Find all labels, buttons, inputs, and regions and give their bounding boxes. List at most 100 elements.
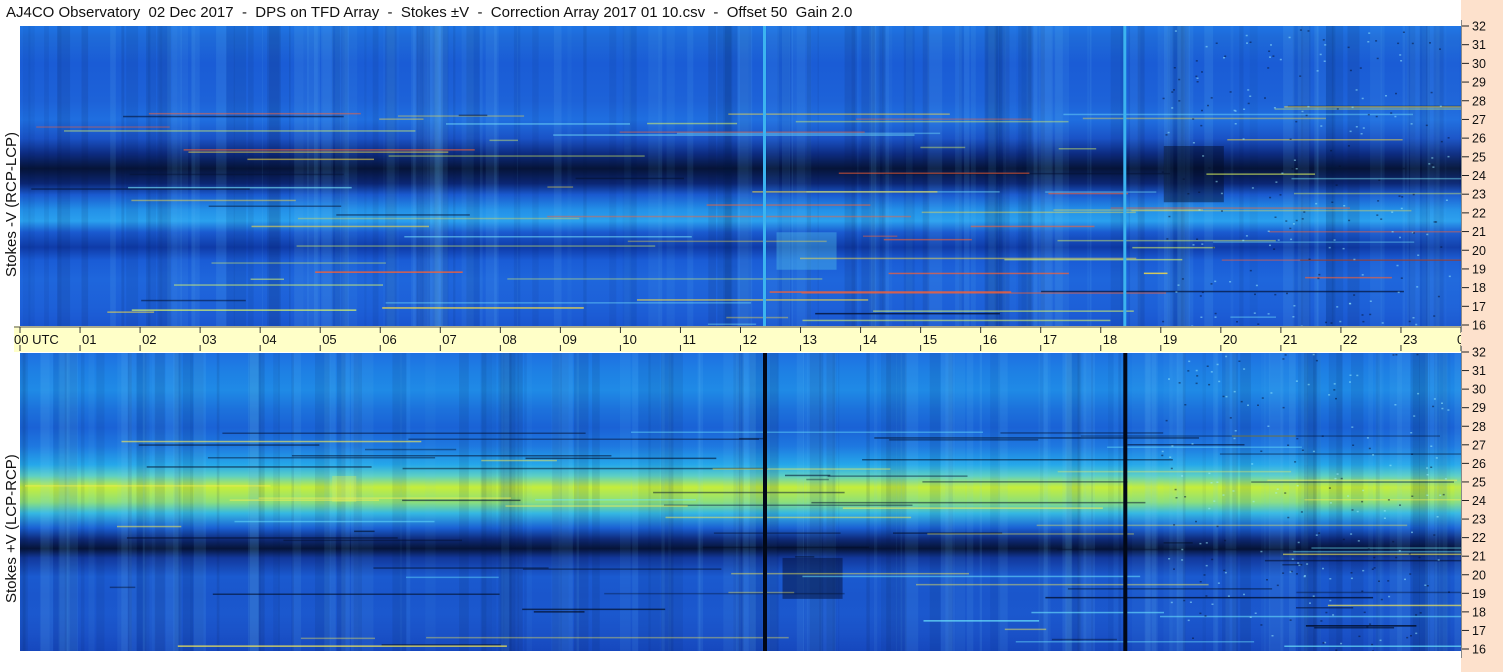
speckle [1349,69,1352,72]
speckle [1439,105,1442,108]
rfi-line [1311,547,1461,549]
speckle [1360,133,1363,135]
speckle [1325,611,1328,614]
speckle [1272,55,1275,57]
speckle [1260,550,1263,553]
rfi-line [726,316,789,319]
speckle [1336,108,1339,110]
speckle [1247,102,1250,105]
rfi-line [1264,559,1461,562]
speckle [1352,444,1355,446]
speckle [1173,524,1176,526]
texture-column [766,26,780,326]
time-tick-label: 13 [803,332,817,347]
texture-column [81,26,89,326]
speckle [1210,371,1213,373]
speckle [1287,516,1290,519]
speckle [1175,291,1178,293]
time-tick-label: 11 [682,332,696,347]
rfi-line [1045,596,1374,599]
speckle [1275,492,1278,494]
speckle [1373,567,1376,569]
freq-tick-label: 19 [1472,587,1486,601]
speckle [1202,155,1205,157]
speckle [1267,230,1270,232]
rfi-line [1082,117,1326,120]
speckle [1437,295,1440,298]
speckle [1441,402,1443,404]
speckle [1411,495,1414,497]
speckle [1375,40,1378,42]
rfi-line [535,499,696,501]
texture-column [40,353,53,651]
speckle [1383,510,1386,512]
freq-tick-label: 22 [1472,531,1486,545]
speckle [1195,60,1198,62]
texture-column [725,26,733,326]
speckle [1266,579,1268,581]
speckle [1297,541,1300,544]
speckle [1349,374,1352,376]
speckle [1168,378,1170,380]
speckle [1251,463,1254,465]
speckle [1433,221,1436,223]
speckle [1369,623,1372,625]
speckle [1271,635,1274,637]
speckle [1418,556,1421,559]
speckle [1331,201,1334,203]
speckle [1161,171,1164,173]
rfi-line [458,114,488,117]
speckle [1333,239,1336,241]
speckle [1383,517,1386,519]
speckle [1205,595,1208,597]
speckle [1335,184,1338,186]
speckle [1430,466,1433,468]
texture-column [269,26,280,326]
speckle [1240,400,1243,403]
speckle [1267,313,1270,315]
freq-tick-label: 20 [1472,244,1486,258]
speckle [1198,209,1201,211]
speckle [1340,642,1343,645]
speckle [1205,45,1208,48]
speckle [1199,542,1202,545]
speckle [1162,320,1165,323]
speckle [1200,316,1203,318]
freq-tick-label: 19 [1472,262,1486,276]
speckle [1249,269,1252,272]
rfi-line [505,505,688,507]
speckle [1254,293,1256,296]
bright-patch [776,232,837,270]
time-tick-label: 18 [1103,332,1117,347]
texture-column [524,353,527,651]
speckle [1274,216,1277,218]
speckle [1270,392,1273,394]
speckle [1214,312,1217,315]
speckle [1439,494,1442,496]
speckle [1223,57,1225,59]
speckle [1307,30,1310,32]
rfi-line [297,217,580,220]
speckle [1448,591,1450,593]
freq-tick-label: 29 [1472,401,1486,415]
texture-column [658,26,660,326]
speckle [1196,238,1199,240]
freq-tick-label: 16 [1472,643,1486,657]
speckle [1273,248,1276,250]
speckle [1416,353,1419,356]
texture-column [500,353,511,651]
rfi-line [522,568,722,570]
rfi-line [128,186,352,189]
speckle [1307,383,1310,386]
rfi-line [752,191,938,193]
speckle [1234,123,1237,125]
texture-column [425,353,436,651]
speckle [1161,450,1164,453]
texture-column [20,353,28,651]
rfi-line [250,278,284,280]
texture-column [96,353,105,651]
texture-column [461,26,474,326]
speckle [1325,321,1327,324]
rfi-line [1107,446,1302,448]
speckle [1356,510,1359,513]
